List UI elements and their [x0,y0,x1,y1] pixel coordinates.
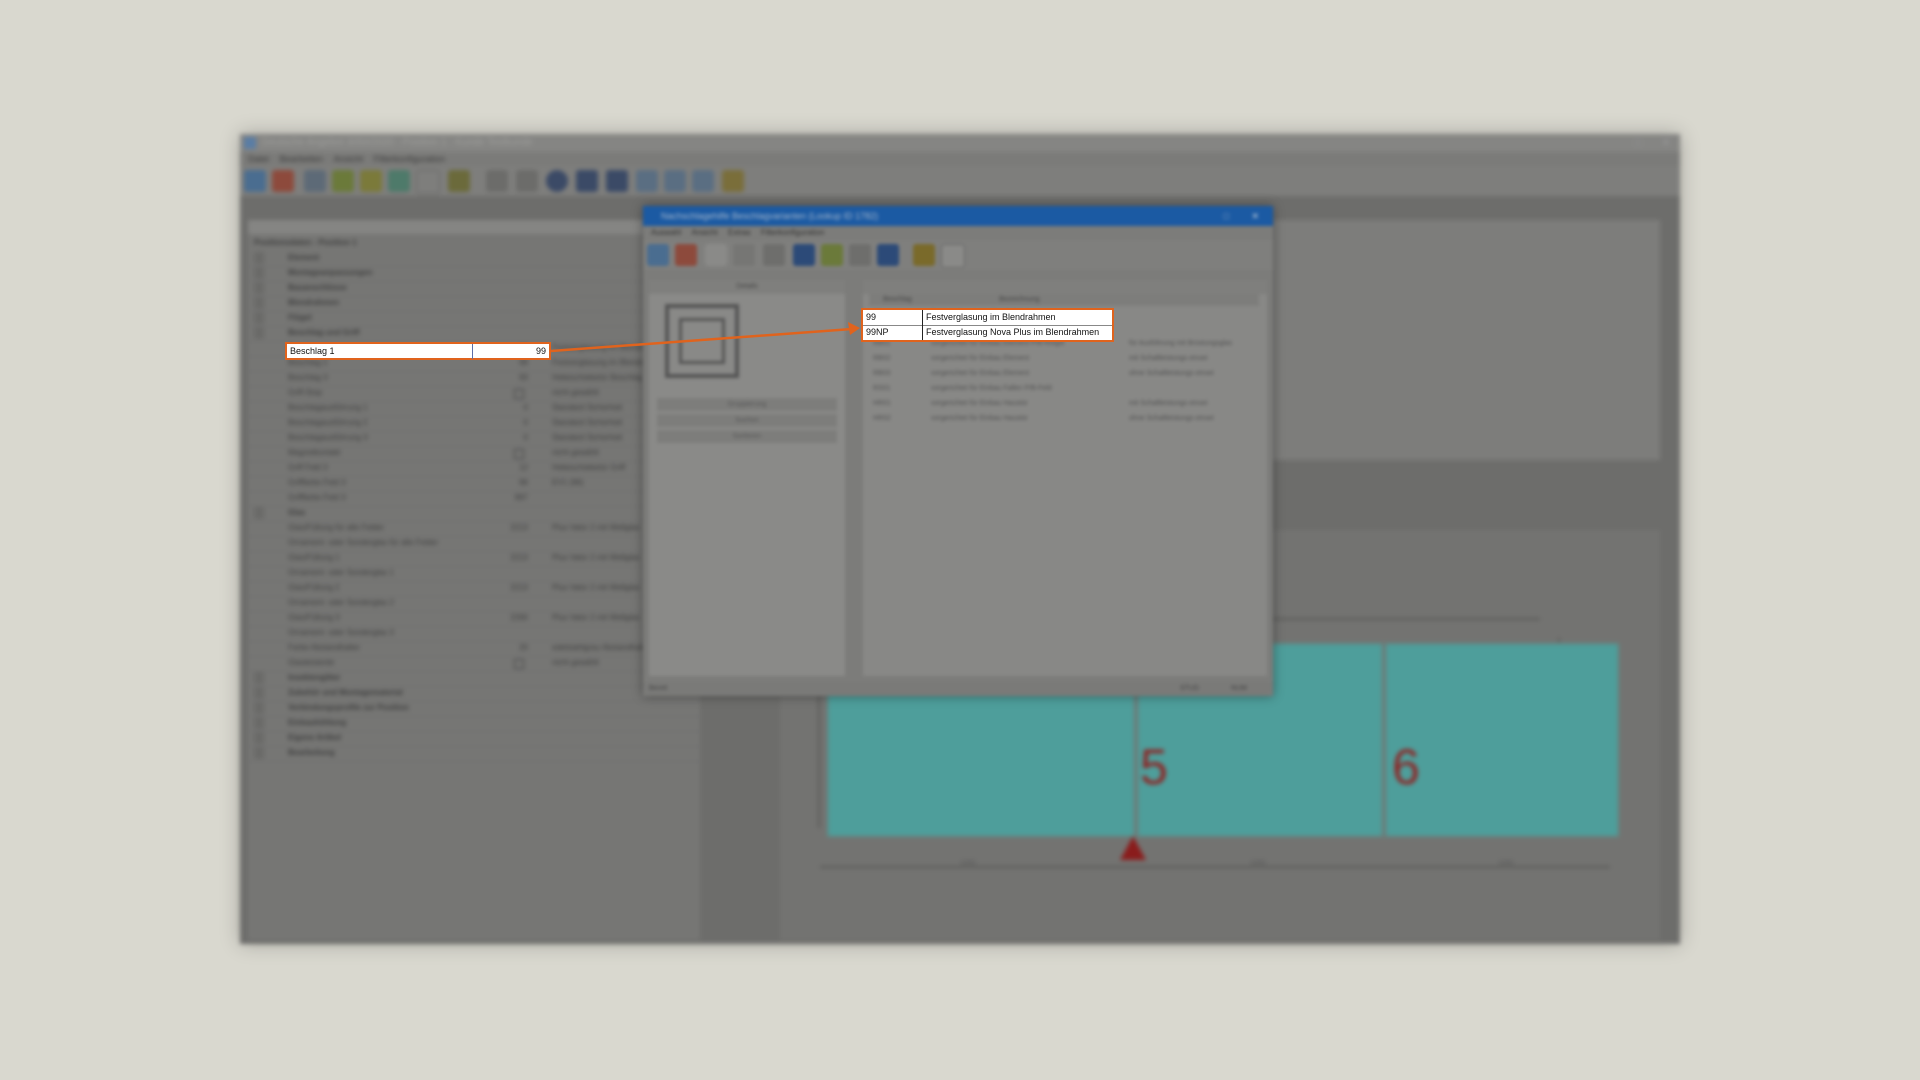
arrow-head-icon [848,322,860,335]
arrow-line [550,327,853,353]
annotation-arrow [550,322,860,353]
